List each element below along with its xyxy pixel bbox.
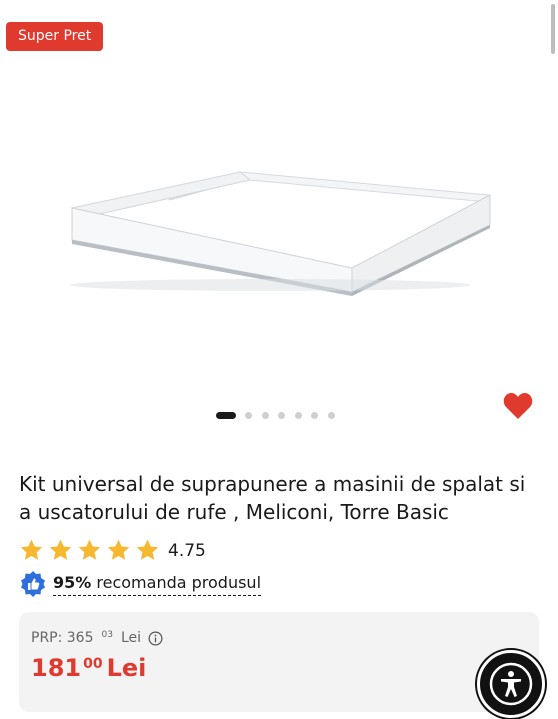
- price-box: PRP: 365 03 Lei 181 00 Lei: [19, 612, 539, 712]
- recommend-row[interactable]: 95% recomanda produsul: [19, 570, 262, 598]
- price-integer: 181: [31, 654, 82, 682]
- carousel-dot[interactable]: [262, 412, 269, 419]
- recommend-text[interactable]: 95% recomanda produsul: [53, 572, 262, 596]
- heart-icon: [503, 393, 533, 419]
- carousel-dot[interactable]: [278, 412, 285, 419]
- price-decimals: 00: [83, 656, 103, 672]
- favorite-button[interactable]: [503, 392, 533, 420]
- prp-label: PRP: 365: [31, 630, 94, 646]
- star-icon: [78, 539, 101, 560]
- product-title: Kit universal de suprapunere a masinii d…: [19, 472, 526, 524]
- recommend-label: recomanda produsul: [96, 572, 262, 592]
- carousel-dot[interactable]: [295, 412, 302, 419]
- star-icon: [136, 539, 159, 560]
- carousel-dot[interactable]: [328, 412, 335, 419]
- product-image: [70, 171, 491, 296]
- rating-value: 4.75: [168, 540, 206, 561]
- thumbs-up-icon: [21, 571, 45, 597]
- price-currency: Lei: [106, 654, 147, 682]
- star-icon: [107, 539, 130, 560]
- star-icon: [20, 539, 43, 560]
- prp-decimals: 03: [101, 630, 113, 640]
- accessibility-button[interactable]: [477, 650, 545, 718]
- prp-currency: Lei: [120, 630, 142, 646]
- carousel-dot[interactable]: [245, 412, 252, 419]
- star-icon: [49, 539, 72, 560]
- carousel-dot[interactable]: [216, 412, 236, 419]
- current-price: 181 00 Lei: [31, 654, 146, 682]
- info-icon[interactable]: [148, 631, 163, 646]
- carousel-dot[interactable]: [311, 412, 318, 419]
- accessibility-icon: [489, 662, 533, 706]
- carousel-dots: [0, 412, 558, 422]
- product-image-gallery[interactable]: [0, 60, 558, 400]
- product-rating[interactable]: 4.75: [19, 538, 206, 563]
- prp-price: PRP: 365 03 Lei: [31, 630, 163, 646]
- super-pret-badge: Super Pret: [6, 22, 104, 51]
- scrollbar[interactable]: [551, 4, 555, 54]
- recommend-percent: 95%: [53, 572, 92, 592]
